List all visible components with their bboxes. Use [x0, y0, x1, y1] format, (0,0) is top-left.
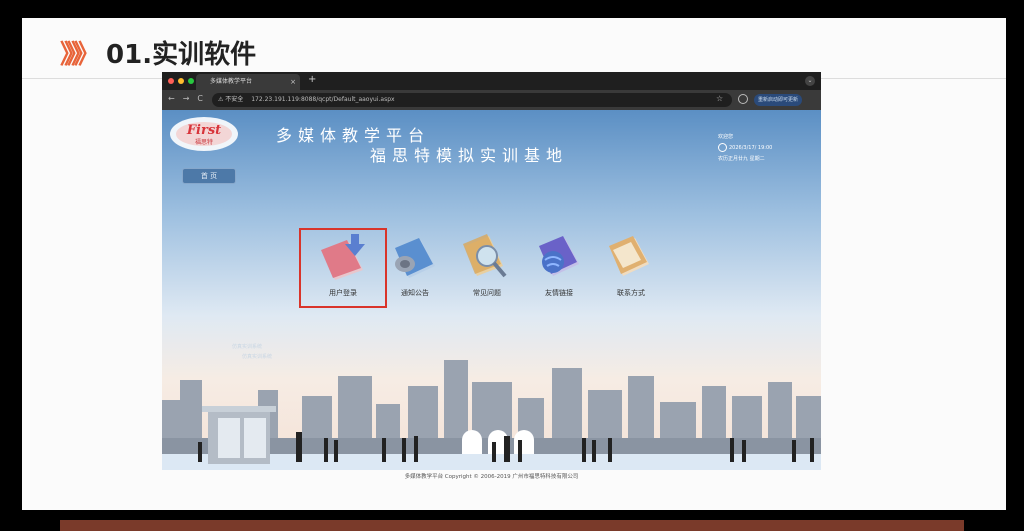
- contact-label: 联系方式: [617, 289, 645, 297]
- url-text: 172.23.191.119:8088/qcpt/Default_aaoyui.…: [251, 96, 395, 103]
- relaunch-update-button[interactable]: 重新启动即可更新: [754, 94, 803, 106]
- datetime-text: 2026/3/17/ 19:00: [729, 145, 773, 151]
- friendly-links-button[interactable]: 友情链接: [526, 230, 592, 310]
- city-skyline-illustration: [162, 360, 821, 470]
- maximize-window-button[interactable]: [188, 78, 194, 84]
- slide-title-text: 01.实训软件: [106, 40, 257, 70]
- window-controls: [168, 78, 194, 84]
- faq-button[interactable]: 常见问题: [454, 230, 520, 310]
- not-secure-badge[interactable]: ⚠ 不安全: [218, 96, 243, 103]
- nav-buttons: ← → C: [168, 94, 203, 103]
- first-logo: First 福思特: [170, 117, 238, 151]
- tab-bar: 多媒体教学平台 × + ⌄: [162, 72, 821, 90]
- friendly-links-label: 友情链接: [545, 289, 573, 297]
- logo-subtext: 福思特: [195, 138, 213, 146]
- highlight-box: [299, 228, 387, 308]
- user-info-panel: 欢迎您 2026/3/17/ 19:00 农历正月廿九 星期二: [718, 132, 772, 165]
- tab-title: 多媒体教学平台: [210, 78, 253, 85]
- contact-icon: [609, 236, 649, 276]
- tab-close-icon[interactable]: ×: [290, 74, 296, 90]
- site-subtitle: 福思特模拟实训基地: [370, 146, 569, 165]
- site-footer: 多媒体教学平台 Copyright © 2006-2019 广州市福思特科技有限…: [162, 470, 821, 484]
- welcome-text: 欢迎您: [718, 134, 734, 140]
- url-input[interactable]: ⚠ 不安全 172.23.191.119:8088/qcpt/Default_a…: [212, 93, 732, 107]
- next-slide-preview-strip: [60, 520, 964, 531]
- logo-text: First: [186, 123, 221, 138]
- lunar-date-text: 农历正月廿九 星期二: [718, 156, 765, 162]
- bookmark-star-icon[interactable]: ☆: [716, 94, 723, 103]
- announcement-icon: [395, 238, 435, 278]
- tab-search-button[interactable]: ⌄: [805, 76, 815, 86]
- clock-icon: [718, 143, 727, 152]
- new-tab-button[interactable]: +: [308, 74, 316, 85]
- announcement-label: 通知公告: [401, 289, 429, 297]
- faq-label: 常见问题: [473, 289, 501, 297]
- home-button[interactable]: 首 页: [182, 168, 236, 184]
- bus-stop: [202, 406, 276, 464]
- address-bar-row: ← → C ⚠ 不安全 172.23.191.119:8088/qcpt/Def…: [162, 90, 821, 110]
- browser-window: 多媒体教学平台 × + ⌄ ← → C ⚠ 不安全 172.23.191.119…: [162, 72, 821, 484]
- back-button[interactable]: ←: [168, 94, 175, 103]
- minimize-window-button[interactable]: [178, 78, 184, 84]
- reload-button[interactable]: C: [197, 94, 203, 103]
- chevron-icon: 》》》: [60, 40, 100, 70]
- friendly-links-icon: [539, 236, 579, 276]
- contact-button[interactable]: 联系方式: [598, 230, 664, 310]
- slide-title: 》》》 01.实训软件: [60, 34, 256, 71]
- announcement-button[interactable]: 通知公告: [382, 230, 448, 310]
- forward-button[interactable]: →: [183, 94, 190, 103]
- faq-icon: [463, 234, 507, 278]
- web-page: First 福思特 多媒体教学平台 福思特模拟实训基地 首 页 欢迎您 2026…: [162, 110, 821, 484]
- close-window-button[interactable]: [168, 78, 174, 84]
- profile-icon[interactable]: [738, 94, 748, 104]
- browser-tab[interactable]: 多媒体教学平台 ×: [196, 74, 300, 90]
